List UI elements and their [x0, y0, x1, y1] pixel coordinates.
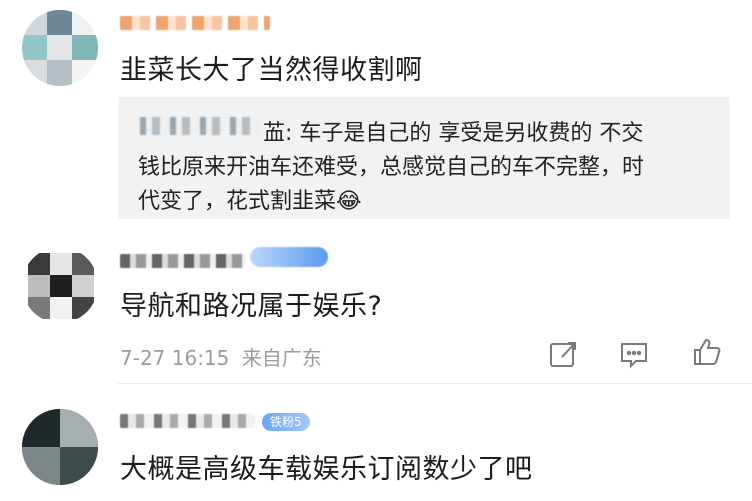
like-icon[interactable]	[692, 337, 722, 367]
quoted-username	[140, 117, 260, 135]
quote-line-2: 钱比原来开油车还难受，总感觉自己的车不完整，时	[138, 155, 645, 180]
quote-text-3: 代变了，花式割韭菜	[138, 189, 337, 214]
laughing-emoji-icon: 😂	[336, 189, 362, 214]
avatar[interactable]	[22, 10, 98, 86]
share-icon[interactable]	[548, 339, 578, 369]
comment-icon[interactable]	[619, 339, 649, 369]
quote-line-1: 䒸: 车子是自己的 享受是另收费的 不交	[263, 115, 643, 147]
fan-badge: 铁粉5	[262, 413, 310, 431]
username[interactable]	[120, 414, 255, 428]
comment-text: 导航和路况属于娱乐?	[120, 291, 383, 322]
quoted-reply[interactable]: 䒸: 车子是自己的 享受是另收费的 不交 钱比原来开油车还难受，总感觉自己的车不…	[118, 97, 730, 219]
quote-text-1: 车子是自己的 享受是另收费的 不交	[299, 121, 644, 146]
username[interactable]	[120, 254, 245, 268]
quote-line-3: 代变了，花式割韭菜😂	[138, 183, 362, 215]
comment-meta: 7-27 16:15 来自广东	[120, 342, 322, 371]
comment-text: 大概是高级车载娱乐订阅数少了吧	[120, 454, 533, 485]
timestamp: 7-27 16:15	[120, 346, 230, 370]
avatar[interactable]	[22, 247, 98, 323]
quote-prefix: 䒸:	[263, 121, 300, 146]
username[interactable]	[120, 16, 270, 30]
divider	[118, 383, 752, 384]
fan-badge	[250, 247, 328, 267]
avatar[interactable]	[22, 409, 98, 485]
comment-text: 韭菜长大了当然得收割啊	[120, 55, 423, 86]
location: 来自广东	[241, 346, 322, 370]
